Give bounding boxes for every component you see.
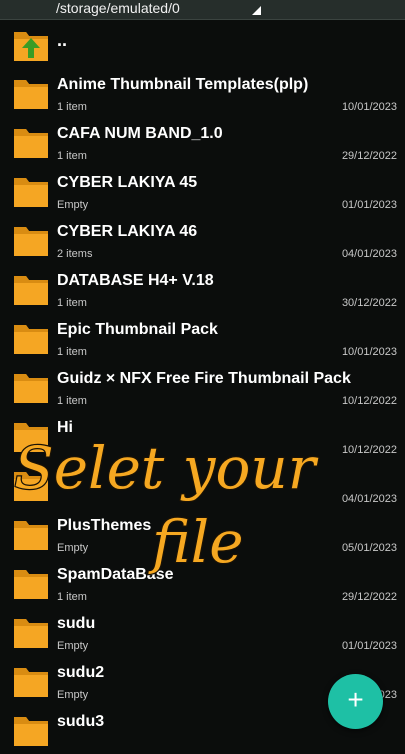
folder-icon xyxy=(14,717,48,746)
item-count: 1 item xyxy=(57,395,87,407)
folder-icon xyxy=(14,80,48,109)
folder-icon xyxy=(14,276,48,305)
list-item[interactable]: Anime Thumbnail Templates(plp) 1 item 10… xyxy=(0,68,405,117)
item-count: Empty xyxy=(57,689,89,701)
folder-icon xyxy=(14,423,48,452)
list-item[interactable]: SpamDataBase 1 item 29/12/2022 xyxy=(0,558,405,607)
item-count: 1 item xyxy=(57,591,87,603)
item-count: Empty xyxy=(57,542,89,554)
list-item[interactable]: Guidz × NFX Free Fire Thumbnail Pack 1 i… xyxy=(0,362,405,411)
add-button[interactable]: + xyxy=(328,674,383,729)
modified-date: 10/12/2022 xyxy=(341,444,397,456)
folder-icon xyxy=(14,374,48,403)
folder-icon xyxy=(14,521,48,550)
dropdown-corner-icon[interactable] xyxy=(252,6,261,15)
file-name: sudu xyxy=(57,615,96,632)
file-name: sudu2 xyxy=(57,664,105,681)
item-count: 1 item xyxy=(57,101,87,113)
modified-date: 04/01/2023 xyxy=(341,493,397,505)
current-path: /storage/emulated/0 xyxy=(56,0,180,16)
modified-date: 10/01/2023 xyxy=(341,346,397,358)
file-name: CYBER LAKIYA 45 xyxy=(57,174,198,191)
item-count: Empty xyxy=(57,640,89,652)
list-item[interactable]: Hi 10/12/2022 xyxy=(0,411,405,460)
modified-date: 01/01/2023 xyxy=(341,640,397,652)
folder-icon xyxy=(14,472,48,501)
list-item[interactable]: DATABASE H4+ V.18 1 item 30/12/2022 xyxy=(0,264,405,313)
list-item[interactable]: CYBER LAKIYA 45 Empty 01/01/2023 xyxy=(0,166,405,215)
folder-icon xyxy=(14,619,48,648)
file-name: DATABASE H4+ V.18 xyxy=(57,272,214,289)
file-name: Hi xyxy=(57,419,73,436)
item-count: 1 item xyxy=(57,346,87,358)
modified-date: 29/12/2022 xyxy=(341,150,397,162)
folder-icon xyxy=(14,178,48,207)
list-item[interactable]: 04/01/2023 xyxy=(0,460,405,509)
modified-date: 30/12/2022 xyxy=(341,297,397,309)
modified-date: 29/12/2022 xyxy=(341,591,397,603)
modified-date: 04/01/2023 xyxy=(341,248,397,260)
modified-date: 01/01/2023 xyxy=(341,199,397,211)
file-name: Epic Thumbnail Pack xyxy=(57,321,218,338)
folder-icon xyxy=(14,570,48,599)
file-name: SpamDataBase xyxy=(57,566,174,583)
item-count: 2 items xyxy=(57,248,93,260)
list-item[interactable]: sudu Empty 01/01/2023 xyxy=(0,607,405,656)
list-item[interactable]: CYBER LAKIYA 46 2 items 04/01/2023 xyxy=(0,215,405,264)
file-name: Guidz × NFX Free Fire Thumbnail Pack xyxy=(57,370,351,387)
folder-icon xyxy=(14,668,48,697)
folder-icon xyxy=(14,325,48,354)
folder-icon xyxy=(14,129,48,158)
file-name: sudu3 xyxy=(57,713,105,730)
item-count: Empty xyxy=(57,199,89,211)
file-name: CAFA NUM BAND_1.0 xyxy=(57,125,223,142)
list-item[interactable]: CAFA NUM BAND_1.0 1 item 29/12/2022 xyxy=(0,117,405,166)
list-item[interactable]: Epic Thumbnail Pack 1 item 10/01/2023 xyxy=(0,313,405,362)
file-name: PlusThemes xyxy=(57,517,152,534)
parent-folder-icon xyxy=(14,32,48,61)
file-name: Anime Thumbnail Templates(plp) xyxy=(57,76,309,93)
item-count: 1 item xyxy=(57,297,87,309)
list-item[interactable]: PlusThemes Empty 05/01/2023 xyxy=(0,509,405,558)
file-list: Anime Thumbnail Templates(plp) 1 item 10… xyxy=(0,68,405,754)
file-name: CYBER LAKIYA 46 xyxy=(57,223,198,240)
modified-date: 05/01/2023 xyxy=(341,542,397,554)
folder-icon xyxy=(14,227,48,256)
parent-directory-label: .. xyxy=(57,30,68,50)
parent-directory-row[interactable]: .. xyxy=(0,22,405,68)
modified-date: 10/01/2023 xyxy=(341,101,397,113)
item-count: 1 item xyxy=(57,150,87,162)
path-bar[interactable]: /storage/emulated/0 xyxy=(0,0,405,20)
plus-icon: + xyxy=(347,684,364,715)
modified-date: 10/12/2022 xyxy=(341,395,397,407)
